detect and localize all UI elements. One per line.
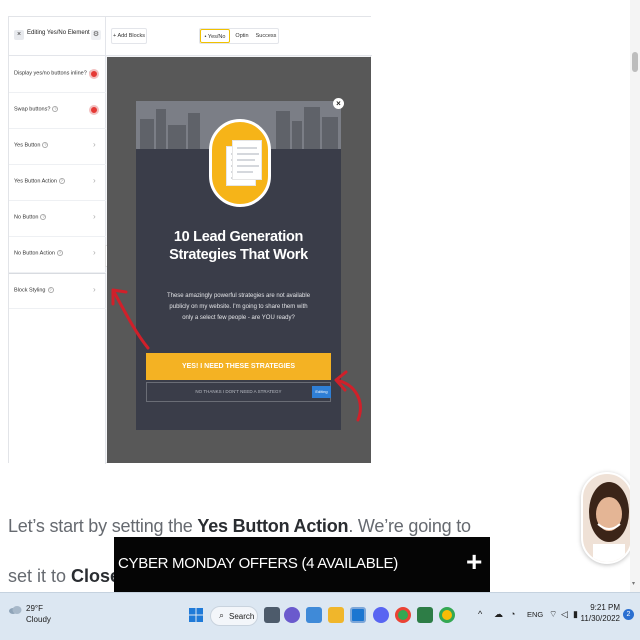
wifi-icon[interactable]: ⌔ (549, 609, 557, 620)
offer-text: CYBER MONDAY OFFERS (4 AVAILABLE) (118, 555, 398, 572)
discord-icon[interactable] (373, 607, 389, 623)
cloud-icon (9, 606, 22, 614)
teams-chat-icon[interactable] (284, 607, 300, 623)
article-text: set it to (8, 566, 72, 586)
windows-taskbar: 29°F Cloudy ⌕ Search ^ ☁ ◔ ENG ⌔ ◁ ▮ 9:2… (0, 592, 640, 640)
scrollbar-thumb[interactable] (632, 52, 638, 72)
store-icon[interactable] (350, 607, 366, 623)
temperature[interactable]: 29°F (26, 604, 43, 613)
file-explorer-icon[interactable] (328, 607, 344, 623)
cloud-sync-icon[interactable]: ☁ (494, 609, 503, 620)
annotation-arrow-right (334, 370, 362, 422)
annotation-arrow-left (111, 288, 150, 350)
page-scrollbar[interactable] (630, 0, 640, 592)
task-view-icon[interactable] (264, 607, 280, 623)
google-drive-icon[interactable]: ◔ (510, 609, 515, 619)
chat-avatar[interactable] (581, 472, 633, 564)
chrome-profile-icon[interactable] (439, 607, 455, 623)
widgets-icon[interactable] (306, 607, 322, 623)
article-text: . We’re going to (348, 516, 471, 536)
article-paragraph: Let’s start by setting the Yes Button Ac… (8, 516, 471, 537)
clock-time[interactable]: 9:21 PM (590, 603, 620, 612)
volume-icon[interactable]: ◁ (561, 609, 568, 620)
article-text: Let’s start by setting the (8, 516, 198, 536)
expand-plus-icon[interactable]: + (466, 547, 482, 577)
chrome-icon[interactable] (395, 607, 411, 623)
language-indicator[interactable]: ENG (527, 610, 543, 619)
search-icon: ⌕ (219, 610, 225, 620)
notification-badge[interactable]: 2 (623, 609, 634, 620)
article-bold-text: Yes Button Action (197, 516, 349, 536)
search-label: Search (229, 612, 255, 621)
weather-condition[interactable]: Cloudy (26, 615, 51, 624)
windows-start-icon[interactable] (188, 607, 204, 623)
person-icon (589, 482, 629, 562)
page: × Editing Yes/No Element ⚙ Display yes/n… (0, 0, 640, 640)
battery-icon[interactable]: ▮ (573, 609, 578, 620)
cyber-monday-offer-bar[interactable]: CYBER MONDAY OFFERS (4 AVAILABLE) + (114, 537, 490, 592)
tray-overflow-chevron-icon[interactable]: ^ (478, 609, 482, 619)
taskbar-search[interactable]: ⌕ Search (210, 606, 258, 626)
app-icon[interactable] (417, 607, 433, 623)
clock-date[interactable]: 11/30/2022 (580, 614, 620, 623)
scroll-down-arrow-icon[interactable]: ▾ (632, 580, 635, 587)
